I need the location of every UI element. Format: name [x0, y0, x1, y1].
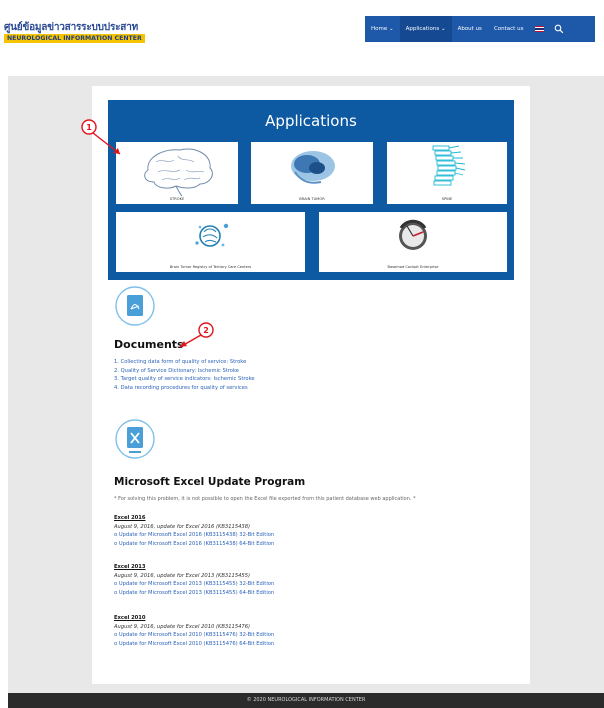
- excel-note: * For solving this problem, it is not po…: [114, 496, 416, 502]
- app-label-brain-tumor: BRAIN TUMOR: [299, 197, 325, 201]
- nav-about-us[interactable]: About us: [452, 16, 488, 42]
- search-icon[interactable]: [554, 24, 564, 34]
- excel-update-link[interactable]: o Update for Microsoft Excel 2010 (KB311…: [114, 640, 274, 649]
- brain-icon: [144, 148, 213, 197]
- site-footer: © 2020 NEUROLOGICAL INFORMATION CENTER: [8, 693, 604, 708]
- app-label-stroke: STROKE: [169, 197, 185, 201]
- excel-update-link[interactable]: o Update for Microsoft Excel 2013 (KB311…: [114, 589, 274, 598]
- spine-icon: [432, 145, 466, 186]
- app-tile-registry[interactable]: Brain Tumor Registry of Tertiary Care Ce…: [116, 212, 305, 272]
- excel-group-2013: Excel 2013 August 9, 2016, update for Ex…: [114, 563, 274, 597]
- excel-group-date: August 9, 2016, update for Excel 2016 (K…: [114, 523, 251, 530]
- excel-group-date: August 9, 2016, update for Excel 2010 (K…: [114, 623, 251, 630]
- top-strip: [0, 0, 604, 16]
- app-tile-cockpit[interactable]: Basemod Cockpit Enterprise: [319, 212, 507, 272]
- nav-contact-us[interactable]: Contact us: [488, 16, 530, 42]
- logo-thai-text[interactable]: ศูนย์ข้อมูลข่าวสารระบบประสาท: [4, 20, 138, 35]
- document-link-1[interactable]: 1. Collecting data form of quality of se…: [114, 358, 255, 367]
- annotation-number-2: 2: [203, 326, 209, 335]
- app-label-registry: Brain Tumor Registry of Tertiary Care Ce…: [169, 265, 252, 269]
- excel-group-2010: Excel 2010 August 9, 2016, update for Ex…: [114, 614, 274, 648]
- registry-icon: [195, 223, 229, 247]
- documents-list: 1. Collecting data form of quality of se…: [114, 358, 255, 392]
- applications-panel: Applications STROKE BRAIN TUMOR SPINE Br…: [108, 100, 514, 280]
- app-label-cockpit: Basemod Cockpit Enterprise: [387, 265, 439, 269]
- app-tile-brain-tumor[interactable]: BRAIN TUMOR: [251, 142, 373, 204]
- excel-update-link[interactable]: o Update for Microsoft Excel 2016 (KB311…: [114, 531, 274, 540]
- excel-group-date: August 9, 2016, update for Excel 2013 (K…: [114, 572, 251, 579]
- pdf-file-icon: [115, 286, 155, 326]
- nav-applications[interactable]: Applications ⌄: [399, 16, 452, 42]
- app-label-spine: SPINE: [441, 197, 453, 201]
- applications-title: Applications: [265, 112, 357, 130]
- excel-group-title: Excel 2013: [114, 564, 146, 570]
- excel-update-link[interactable]: o Update for Microsoft Excel 2013 (KB311…: [114, 580, 274, 589]
- logo-english-text[interactable]: NEUROLOGICAL INFORMATION CENTER: [4, 34, 145, 43]
- document-link-2[interactable]: 2. Quality of Service Dictionary: Ischem…: [114, 367, 255, 376]
- annotation-number-1: 1: [86, 123, 92, 132]
- excel-group-title: Excel 2010: [114, 615, 146, 621]
- excel-group-2016: Excel 2016 August 9, 2016, update for Ex…: [114, 514, 274, 548]
- brain-tumor-icon: [291, 151, 335, 184]
- excel-heading: Microsoft Excel Update Program: [114, 476, 306, 488]
- excel-update-link[interactable]: o Update for Microsoft Excel 2016 (KB311…: [114, 540, 274, 549]
- excel-group-title: Excel 2016: [114, 515, 146, 521]
- main-nav: Home ⌄ Applications ⌄ About us Contact u…: [365, 16, 595, 42]
- annotation-marker-2: 2: [179, 322, 214, 348]
- cockpit-icon: [399, 219, 427, 250]
- excel-file-icon: [115, 419, 155, 459]
- app-tile-spine[interactable]: SPINE: [387, 142, 507, 204]
- annotation-marker-1: 1: [81, 119, 121, 155]
- document-link-3[interactable]: 3. Target quality of service indicators:…: [114, 375, 255, 384]
- thai-flag-icon[interactable]: [535, 26, 545, 32]
- app-tile-stroke[interactable]: STROKE: [116, 142, 238, 204]
- document-link-4[interactable]: 4. Data recording procedures for quality…: [114, 384, 255, 393]
- nav-home[interactable]: Home ⌄: [365, 16, 400, 42]
- excel-update-link[interactable]: o Update for Microsoft Excel 2010 (KB311…: [114, 631, 274, 640]
